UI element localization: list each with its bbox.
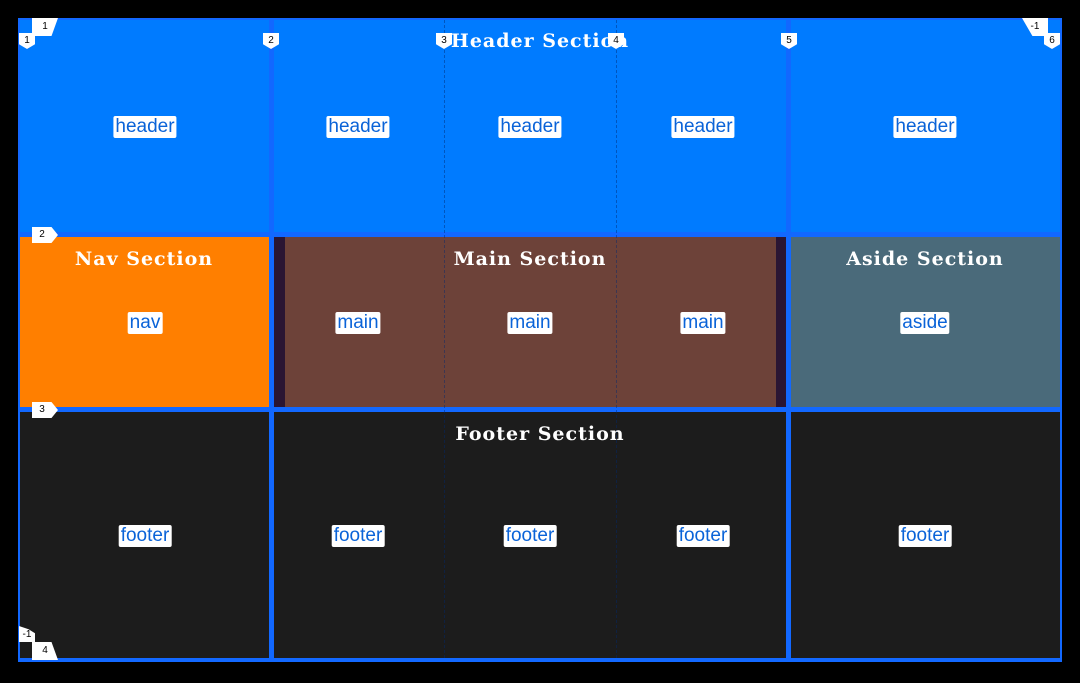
- header-section-title: Header Section: [450, 30, 630, 52]
- area-label-header: header: [671, 116, 735, 138]
- footer-section-title: Footer Section: [455, 423, 625, 445]
- area-label-footer: footer: [676, 525, 730, 547]
- area-label-footer: footer: [118, 525, 172, 547]
- grid-line-col-3: [444, 20, 445, 658]
- main-section-title: Main Section: [453, 248, 607, 270]
- area-label-footer: footer: [331, 525, 385, 547]
- aside-section-title: Aside Section: [846, 248, 1004, 270]
- grid-line-col-2: [269, 18, 274, 662]
- grid-line-col-4: [616, 20, 617, 658]
- area-label-header: header: [326, 116, 390, 138]
- area-label-aside: aside: [900, 312, 950, 334]
- grid-line-row-3: [18, 407, 1062, 412]
- area-label-main: main: [335, 312, 381, 334]
- grid-line-col-5: [786, 18, 791, 662]
- grid-line-row-2: [18, 232, 1062, 237]
- area-label-footer: footer: [898, 525, 952, 547]
- area-label-header: header: [893, 116, 957, 138]
- area-label-footer: footer: [503, 525, 557, 547]
- area-label-main: main: [680, 312, 726, 334]
- area-label-main: main: [507, 312, 553, 334]
- nav-section-title: Nav Section: [74, 248, 214, 270]
- area-label-header: header: [498, 116, 562, 138]
- area-label-header: header: [113, 116, 177, 138]
- area-label-nav: nav: [127, 312, 163, 334]
